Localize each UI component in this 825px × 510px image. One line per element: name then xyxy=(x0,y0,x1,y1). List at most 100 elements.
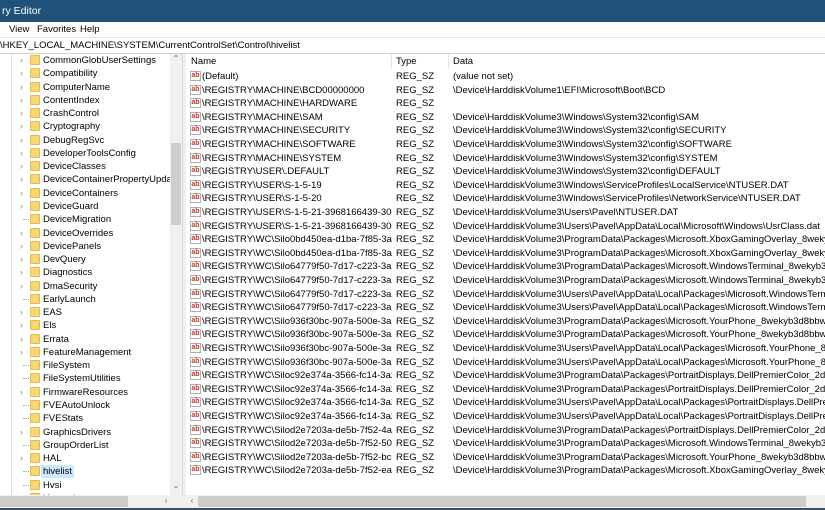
value-row[interactable]: ab (Default) REG_SZ (value not set) xyxy=(186,70,825,83)
value-row[interactable]: ab \REGISTRY\WC\Silo936f30bc-907a-500e-3a… xyxy=(186,328,825,341)
tree-scroll-thumb[interactable] xyxy=(171,143,181,225)
tree-item[interactable]: › Errata xyxy=(0,333,170,346)
tree-item[interactable]: › ComputerName xyxy=(0,81,170,94)
chevron-right-icon[interactable]: › xyxy=(20,200,23,213)
value-row[interactable]: ab \REGISTRY\MACHINE\SOFTWARE REG_SZ \Devic… xyxy=(186,138,825,151)
tree-item[interactable]: › DmaSecurity xyxy=(0,280,170,293)
chevron-right-icon[interactable]: › xyxy=(20,426,23,439)
value-row[interactable]: ab \REGISTRY\WC\Silod2e7203a-de5b-7f52-4a… xyxy=(186,424,825,437)
tree-item[interactable]: DeviceMigration xyxy=(0,213,170,226)
tree-item[interactable]: FVEAutoUnlock xyxy=(0,399,170,412)
menu-view[interactable]: View xyxy=(9,22,29,37)
value-row[interactable]: ab \REGISTRY\WC\Silod2e7203a-de5b-7f52-ea… xyxy=(186,464,825,477)
chevron-right-icon[interactable]: › xyxy=(20,319,23,332)
chevron-right-icon[interactable]: › xyxy=(20,280,23,293)
tree-item[interactable]: › DevicePanels xyxy=(0,240,170,253)
chevron-right-icon[interactable]: › xyxy=(20,253,23,266)
chevron-right-icon[interactable]: › xyxy=(20,227,23,240)
chevron-right-icon[interactable]: › xyxy=(20,107,23,120)
value-row[interactable]: ab \REGISTRY\WC\Siloc92e374a-3566-fc14-3a… xyxy=(186,396,825,409)
chevron-right-icon[interactable]: › xyxy=(20,452,23,465)
value-row[interactable]: ab\REGISTRY\USER\S-1-5-21-3968166439-308… xyxy=(186,206,825,219)
tree-item[interactable]: FVEStats xyxy=(0,412,170,425)
value-row[interactable]: ab \REGISTRY\WC\Silo0bd450ea-d1ba-7f85-3a… xyxy=(186,233,825,246)
tree-item[interactable]: › EAS xyxy=(0,306,170,319)
tree-item[interactable]: › CrashControl xyxy=(0,107,170,120)
chevron-right-icon[interactable]: › xyxy=(20,134,23,147)
value-row[interactable]: ab \REGISTRY\WC\Silo936f30bc-907a-500e-3a… xyxy=(186,342,825,355)
chevron-right-icon[interactable]: › xyxy=(20,346,23,359)
tree-item[interactable]: › DeveloperToolsConfig xyxy=(0,147,170,160)
chevron-right-icon[interactable]: › xyxy=(20,240,23,253)
value-row[interactable]: ab \REGISTRY\WC\Silod2e7203a-de5b-7f52-50… xyxy=(186,437,825,450)
chevron-right-icon[interactable]: › xyxy=(20,306,23,319)
scroll-left-icon[interactable]: ‹ xyxy=(186,496,198,505)
scroll-up-icon[interactable]: ⌃ xyxy=(170,54,182,63)
tree-item[interactable]: GroupOrderList xyxy=(0,439,170,452)
tree-item[interactable]: Hvsi xyxy=(0,479,170,492)
tree-item[interactable]: › DebugRegSvc xyxy=(0,134,170,147)
value-row[interactable]: ab \REGISTRY\MACHINE\BCD00000000 REG_SZ \De… xyxy=(186,84,825,97)
tree-item[interactable]: › Cryptography xyxy=(0,120,170,133)
tree-item[interactable]: › DeviceContainers xyxy=(0,187,170,200)
chevron-right-icon[interactable]: › xyxy=(20,160,23,173)
tree-item[interactable]: hivelist xyxy=(0,465,170,479)
chevron-right-icon[interactable]: › xyxy=(20,81,23,94)
tree-item[interactable]: › FirmwareResources xyxy=(0,386,170,399)
value-row[interactable]: ab \REGISTRY\USER\S-1-5-20 REG_SZ \Device\H… xyxy=(186,192,825,205)
tree-item[interactable]: › DeviceClasses xyxy=(0,160,170,173)
tree-item[interactable]: › ContentIndex xyxy=(0,94,170,107)
tree-item[interactable]: › Els xyxy=(0,319,170,332)
scroll-right-icon[interactable]: › xyxy=(160,496,172,505)
tree-item[interactable]: › Diagnostics xyxy=(0,266,170,279)
tree-item[interactable]: › GraphicsDrivers xyxy=(0,426,170,439)
value-row[interactable]: ab \REGISTRY\USER\S-1-5-19 REG_SZ \Device\H… xyxy=(186,179,825,192)
value-row[interactable]: ab \REGISTRY\MACHINE\SECURITY REG_SZ \Devic… xyxy=(186,124,825,137)
chevron-right-icon[interactable]: › xyxy=(20,386,23,399)
chevron-right-icon[interactable]: › xyxy=(20,187,23,200)
tree-vertical-scrollbar[interactable]: ⌃ ⌄ xyxy=(170,54,182,495)
value-row[interactable]: ab \REGISTRY\WC\Silo64779f50-7d17-c223-3a… xyxy=(186,288,825,301)
address-bar[interactable]: \HKEY_LOCAL_MACHINE\SYSTEM\CurrentContro… xyxy=(0,37,825,54)
column-header-type[interactable]: Type xyxy=(392,54,449,69)
chevron-right-icon[interactable]: › xyxy=(20,54,23,67)
tree-item[interactable]: › DeviceContainerPropertyUpdateE xyxy=(0,173,182,186)
tree-item[interactable]: FileSystem xyxy=(0,359,170,372)
tree-item[interactable]: › DevQuery xyxy=(0,253,170,266)
chevron-right-icon[interactable]: › xyxy=(20,67,23,80)
value-row[interactable]: ab \REGISTRY\WC\Silo64779f50-7d17-c223-3a… xyxy=(186,274,825,287)
tree-item[interactable]: › DeviceOverrides xyxy=(0,227,170,240)
list-hscroll-thumb[interactable] xyxy=(198,496,806,507)
chevron-right-icon[interactable]: › xyxy=(20,94,23,107)
value-row[interactable]: ab \REGISTRY\WC\Silo0bd450ea-d1ba-7f85-3a… xyxy=(186,247,825,260)
value-row[interactable]: ab \REGISTRY\MACHINE\HARDWARE REG_SZ xyxy=(186,97,825,110)
chevron-right-icon[interactable]: › xyxy=(20,266,23,279)
tree-item[interactable]: › Compatibility xyxy=(0,67,170,80)
value-row[interactable]: ab \REGISTRY\WC\Siloc92e374a-3566-fc14-3a… xyxy=(186,369,825,382)
chevron-right-icon[interactable]: › xyxy=(20,173,23,186)
value-row[interactable]: ab \REGISTRY\WC\Silod2e7203a-de5b-7f52-bc… xyxy=(186,451,825,464)
value-row[interactable]: ab \REGISTRY\WC\Silo64779f50-7d17-c223-3a… xyxy=(186,301,825,314)
tree-item[interactable]: › DeviceGuard xyxy=(0,200,170,213)
value-row[interactable]: ab \REGISTRY\USER\.DEFAULT REG_SZ \Device\H… xyxy=(186,165,825,178)
tree-item[interactable]: FileSystemUtilities xyxy=(0,372,170,385)
tree-item[interactable]: › CommonGlobUserSettings xyxy=(0,54,170,67)
value-row[interactable]: ab\REGISTRY\USER\S-1-5-21-3968166439-308… xyxy=(186,220,825,233)
value-row[interactable]: ab \REGISTRY\WC\Silo936f30bc-907a-500e-3a… xyxy=(186,315,825,328)
tree-item[interactable]: › FeatureManagement xyxy=(0,346,170,359)
value-row[interactable]: ab \REGISTRY\WC\Silo936f30bc-907a-500e-3a… xyxy=(186,356,825,369)
chevron-right-icon[interactable]: › xyxy=(20,120,23,133)
menu-favorites[interactable]: Favorites xyxy=(37,22,76,37)
value-row[interactable]: ab \REGISTRY\MACHINE\SYSTEM REG_SZ \Device\… xyxy=(186,152,825,165)
chevron-right-icon[interactable]: › xyxy=(20,333,23,346)
value-row[interactable]: ab \REGISTRY\WC\Siloc92e374a-3566-fc14-3a… xyxy=(186,383,825,396)
menu-help[interactable]: Help xyxy=(80,22,100,37)
tree-item[interactable]: › HAL xyxy=(0,452,170,465)
tree-item[interactable]: EarlyLaunch xyxy=(0,293,170,306)
value-row[interactable]: ab \REGISTRY\WC\Silo64779f50-7d17-c223-3a… xyxy=(186,260,825,273)
column-header-name[interactable]: Name xyxy=(186,54,392,69)
value-row[interactable]: ab \REGISTRY\WC\Siloc92e374a-3566-fc14-3a… xyxy=(186,410,825,423)
chevron-right-icon[interactable]: › xyxy=(20,147,23,160)
scroll-down-icon[interactable]: ⌄ xyxy=(170,481,182,490)
column-header-data[interactable]: Data xyxy=(449,54,825,69)
